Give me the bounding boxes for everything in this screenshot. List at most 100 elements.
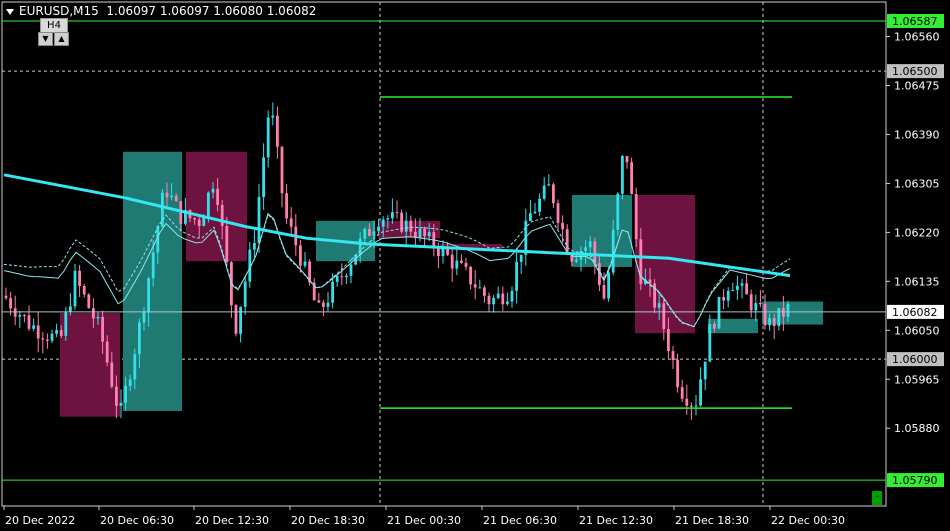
y-tick-label: 1.05880: [894, 422, 940, 435]
candle-body: [174, 195, 178, 202]
x-tick-label: 20 Dec 12:30: [195, 514, 269, 527]
candle-body: [110, 362, 114, 387]
candle-body: [322, 302, 325, 307]
candle-body: [584, 247, 587, 251]
candle-body: [460, 260, 463, 263]
ohlc-values: 1.06097 1.06097 1.06080 1.06082: [106, 4, 317, 18]
candle-body: [41, 338, 45, 340]
symbol-timeframe: EURUSD,M15: [19, 4, 99, 18]
candle-body: [483, 287, 486, 296]
candle-body: [115, 386, 118, 406]
candle-body: [119, 402, 123, 406]
candle-body: [694, 405, 698, 407]
candle-body: [303, 261, 307, 266]
price-label-text: 1.06500: [892, 65, 938, 78]
candle-body: [151, 252, 155, 279]
candle-body: [731, 289, 735, 291]
candle-body: [478, 287, 482, 289]
y-tick-label: 1.06560: [894, 31, 940, 44]
candle-body: [552, 184, 555, 204]
timeframe-widget: H4 ▼ ▲: [38, 18, 70, 46]
candle-body: [496, 293, 500, 299]
candle-body: [703, 361, 707, 380]
timeframe-down-button[interactable]: ▼: [38, 32, 53, 46]
candle-body: [193, 218, 196, 220]
candle-body: [427, 232, 431, 237]
candle-body: [381, 219, 385, 227]
candle-body: [473, 284, 477, 288]
x-tick-label: 20 Dec 06:30: [100, 514, 174, 527]
x-tick-label: 21 Dec 18:30: [675, 514, 749, 527]
candle-body: [662, 303, 666, 329]
y-tick-label: 1.06135: [894, 275, 940, 288]
candle-body: [404, 220, 408, 232]
candle-body: [285, 193, 288, 219]
candle-body: [317, 300, 321, 303]
candle-body: [602, 284, 606, 299]
candle-body: [708, 323, 712, 362]
candle-body: [138, 322, 141, 355]
x-tick-label: 21 Dec 00:30: [387, 514, 461, 527]
candle-body: [18, 315, 22, 317]
candle-body: [211, 188, 215, 193]
candle-body: [257, 197, 261, 243]
candle-body: [87, 294, 91, 309]
candle-body: [142, 312, 146, 323]
candle-body: [685, 398, 689, 406]
candle-body: [469, 266, 472, 285]
candle-body: [506, 301, 509, 305]
candle-body: [368, 228, 371, 236]
candle-body: [667, 328, 670, 352]
candle-body: [299, 245, 302, 266]
candle-body: [625, 156, 629, 163]
candle-body: [92, 308, 95, 319]
candle-body: [73, 270, 77, 307]
x-tick-label: 21 Dec 06:30: [483, 514, 557, 527]
candle-body: [533, 211, 537, 214]
candle-body: [736, 285, 739, 290]
candle-body: [69, 306, 72, 312]
h4-box: [186, 151, 247, 262]
candle-body: [699, 379, 702, 406]
candle-body: [9, 298, 12, 309]
candle-body: [455, 260, 459, 269]
candle-body: [561, 222, 564, 230]
candle-body: [754, 302, 758, 311]
candle-body: [749, 294, 753, 311]
candle-body: [717, 296, 721, 329]
candle-body: [501, 293, 505, 305]
price-chart[interactable]: 1.06560 1.06475 1.06390 1.06305 1.06220 1.061…: [0, 0, 950, 531]
timeframe-up-button[interactable]: ▲: [54, 32, 69, 46]
candle-body: [759, 302, 762, 305]
candle-body: [372, 231, 376, 236]
candle-body: [128, 379, 132, 386]
candle-body: [611, 229, 615, 273]
candle-body: [519, 254, 523, 262]
chart-corner-button[interactable]: -: [872, 491, 882, 505]
candle-body: [266, 117, 270, 158]
candle-body: [588, 241, 592, 248]
candle-body: [4, 295, 8, 299]
candle-body: [726, 290, 730, 301]
candle-body: [363, 228, 367, 239]
candle-body: [377, 226, 380, 232]
y-tick-label: 1.06050: [894, 324, 940, 337]
candle-body: [78, 270, 81, 286]
candle-body: [36, 325, 40, 339]
price-label-text: 1.06587: [892, 15, 938, 28]
candle-body: [216, 188, 219, 205]
candle-body: [437, 248, 440, 257]
candle-body: [32, 325, 35, 329]
candle-body: [165, 192, 169, 198]
candle-body: [124, 385, 127, 403]
candle-body: [234, 305, 238, 334]
candle-body: [630, 162, 633, 194]
candle-body: [395, 212, 399, 214]
candle-body: [331, 281, 334, 303]
candle-body: [64, 311, 68, 336]
candle-body: [740, 283, 744, 286]
chart-menu-triangle-icon[interactable]: [6, 8, 14, 15]
y-tick-label: 1.06305: [894, 177, 940, 190]
candle-body: [418, 228, 422, 238]
y-tick-label: 1.05965: [894, 373, 940, 386]
